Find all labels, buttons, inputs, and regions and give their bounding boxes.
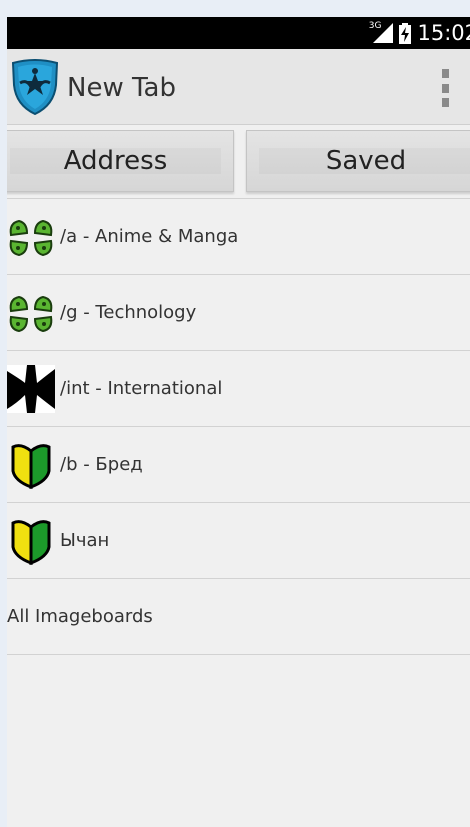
beginner-leaf-icon: [11, 443, 51, 489]
overflow-menu-icon[interactable]: [440, 69, 450, 107]
list-item-board-g[interactable]: /g - Technology: [7, 275, 470, 351]
board-label: /a - Anime & Manga: [60, 226, 239, 247]
app-screen: 3G 15:02 New Tab Addr: [7, 17, 470, 827]
board-label: /b - Бред: [60, 454, 143, 475]
list-item-board-b[interactable]: /b - Бред: [7, 427, 470, 503]
board-label: /g - Technology: [60, 302, 197, 323]
list-item-all-imageboards[interactable]: All Imageboards: [7, 579, 470, 655]
status-icons: 3G 15:02: [369, 17, 470, 49]
button-row: Address Saved: [7, 130, 470, 192]
clock: 15:02: [417, 21, 470, 45]
board-label: All Imageboards: [7, 606, 153, 627]
saved-button-label: Saved: [325, 146, 407, 176]
address-button[interactable]: Address: [7, 130, 234, 192]
status-bar: 3G 15:02: [7, 17, 470, 49]
board-list: /a - Anime & Manga /g - Technology /int …: [7, 199, 470, 655]
battery-charging-icon: [399, 22, 412, 44]
saved-button[interactable]: Saved: [246, 130, 470, 192]
list-item-board-a[interactable]: /a - Anime & Manga: [7, 199, 470, 275]
action-bar: New Tab: [7, 49, 470, 125]
green-clover-icon: [9, 219, 53, 256]
beginner-leaf-icon: [11, 519, 51, 565]
network-type-label: 3G: [368, 21, 382, 31]
tab-title: New Tab: [67, 73, 176, 103]
app-logo-shield-icon[interactable]: [10, 59, 60, 115]
black-cross-icon: [7, 364, 55, 413]
address-button-label: Address: [63, 146, 168, 176]
board-label: Ычан: [60, 530, 110, 551]
board-label: /int - International: [60, 378, 223, 399]
list-item-board-ychan[interactable]: Ычан: [7, 503, 470, 579]
green-clover-icon: [9, 295, 53, 332]
list-item-board-int[interactable]: /int - International: [7, 351, 470, 427]
